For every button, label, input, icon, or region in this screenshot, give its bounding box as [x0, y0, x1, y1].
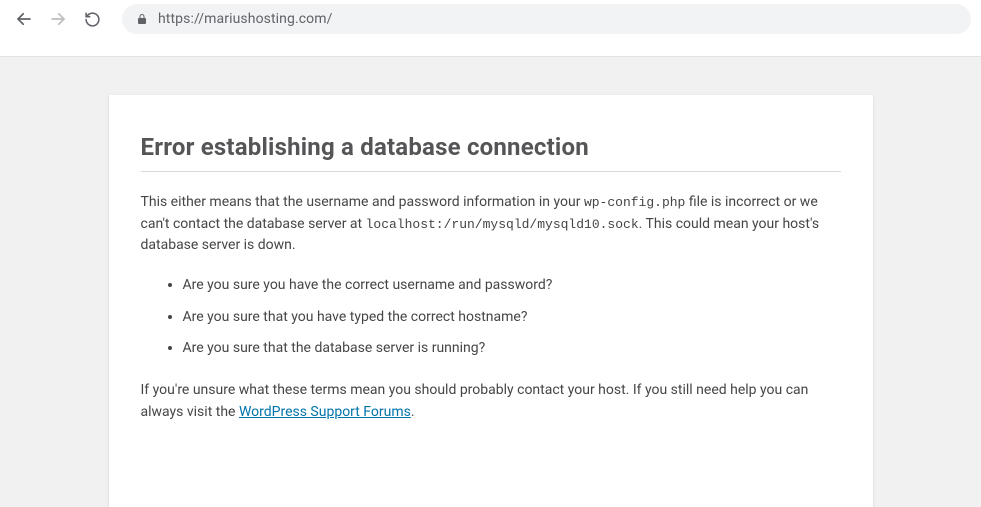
db-host-code: localhost:/run/mysqld/mysqld10.sock [366, 217, 639, 232]
back-button[interactable] [10, 5, 38, 33]
error-outro: If you're unsure what these terms mean y… [141, 380, 841, 423]
error-intro: This either means that the username and … [141, 192, 841, 257]
reload-icon [84, 11, 101, 28]
error-title: Error establishing a database connection [141, 121, 841, 172]
reload-button[interactable] [78, 5, 106, 33]
browser-toolbar: https://mariushosting.com/ [0, 0, 981, 38]
error-body: This either means that the username and … [141, 192, 841, 424]
intro-text-pre: This either means that the username and … [141, 194, 584, 210]
lock-icon [136, 13, 148, 25]
arrow-left-icon [15, 10, 33, 28]
list-item: Are you sure that you have typed the cor… [183, 307, 841, 329]
page-content: Error establishing a database connection… [0, 57, 981, 507]
config-file-code: wp-config.php [584, 195, 685, 210]
support-forums-link[interactable]: WordPress Support Forums [239, 404, 411, 420]
url-text: https://mariushosting.com/ [158, 11, 333, 27]
list-item: Are you sure you have the correct userna… [183, 275, 841, 297]
forward-button[interactable] [44, 5, 72, 33]
outro-text-post: . [411, 404, 415, 420]
arrow-right-icon [49, 10, 67, 28]
list-item: Are you sure that the database server is… [183, 338, 841, 360]
error-card: Error establishing a database connection… [109, 95, 873, 507]
error-checklist: Are you sure you have the correct userna… [141, 275, 841, 360]
address-bar[interactable]: https://mariushosting.com/ [122, 4, 971, 34]
